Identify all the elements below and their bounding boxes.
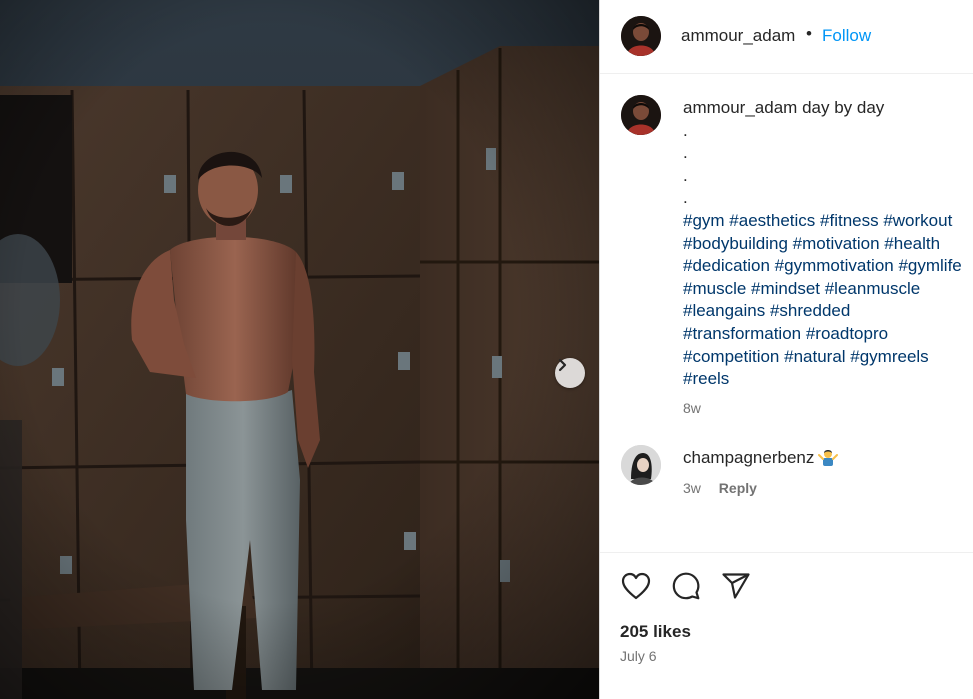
person-shrugging-emoji [818,450,839,466]
commenter-avatar[interactable] [621,445,661,485]
likes-count[interactable]: 205 likes [620,622,691,642]
comment-age: 3w [683,480,701,496]
caption-username[interactable]: ammour_adam [683,98,797,117]
comment-meta: 3w Reply [683,480,771,496]
caption-age: 8w [683,399,701,416]
heart-icon [621,572,651,600]
post-photo[interactable] [0,0,599,699]
post-details-panel: ammour_adam • Follow ammour_adam day by … [599,0,973,699]
speech-bubble-icon [672,572,700,600]
reply-button[interactable]: Reply [719,480,757,496]
like-button[interactable] [620,570,652,602]
chevron-right-icon [558,358,567,372]
caption-text: ammour_adam day by day . . . . #gym #aes… [683,97,973,419]
hashtag-line[interactable]: #competition #natural #gymreels [683,346,973,369]
author-avatar[interactable] [621,16,661,56]
avatar-image [621,445,661,485]
avatar-image [621,16,661,56]
comment-username[interactable]: champagnerbenz [683,447,839,468]
share-button[interactable] [720,570,752,602]
hashtag-line[interactable]: #bodybuilding #motivation #health [683,233,973,256]
action-bar [620,570,752,602]
next-image-button[interactable] [555,358,585,388]
caption-dot: . [683,188,688,208]
divider [600,552,973,553]
gym-locker-room-photo [0,0,599,699]
caption-author-avatar[interactable] [621,95,661,135]
post-date: July 6 [620,648,657,664]
caption-body: day by day [802,98,885,117]
hashtag-line[interactable]: #transformation #roadtopro [683,323,973,346]
caption-dot: . [683,120,688,140]
follow-button[interactable]: Follow [822,26,871,46]
paper-plane-icon [722,573,750,599]
caption-dot: . [683,165,688,185]
avatar-image [621,95,661,135]
separator-dot: • [806,24,812,43]
post-header: ammour_adam • Follow [600,0,973,74]
hashtag-line[interactable]: #gym #aesthetics #fitness #workout [683,210,973,233]
hashtag-line[interactable]: #dedication #gymmotivation #gymlife [683,255,973,278]
comment-button[interactable] [670,570,702,602]
hashtag-line[interactable]: #reels [683,368,973,391]
comment-username-text[interactable]: champagnerbenz [683,448,814,467]
caption-dot: . [683,143,688,163]
author-username[interactable]: ammour_adam [681,26,795,46]
hashtag-line[interactable]: #leangains #shredded [683,300,973,323]
hashtag-line[interactable]: #muscle #mindset #leanmuscle [683,278,973,301]
